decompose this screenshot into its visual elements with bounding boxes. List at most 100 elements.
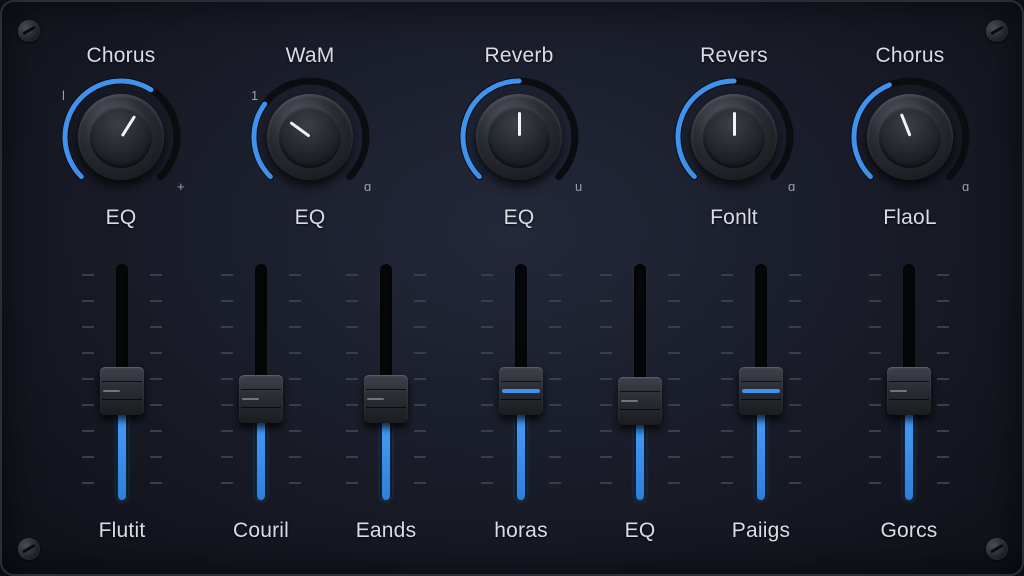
knob-title: Reverb: [484, 44, 554, 67]
fader-scale-mark: [789, 430, 801, 432]
fader-channel[interactable]: [721, 264, 801, 504]
fader-scale-mark: [789, 274, 801, 276]
fader-scale-mark: [346, 352, 358, 354]
fader-handle[interactable]: [239, 374, 283, 423]
fader-scale-mark: [600, 326, 612, 328]
fader-scale-mark: [600, 300, 612, 302]
knob-pointer: [733, 112, 736, 136]
knob-cap: [867, 94, 953, 180]
fader-scale-mark: [346, 482, 358, 484]
knob-min-mark: l: [62, 88, 65, 103]
fader-handle[interactable]: [100, 367, 144, 416]
fader-scale-mark: [289, 404, 301, 406]
fader-scale-mark: [150, 300, 162, 302]
fader-scale-mark: [221, 456, 233, 458]
fader-scale-mark: [721, 456, 733, 458]
fader-scale-mark: [481, 430, 493, 432]
fader-scale-mark: [869, 404, 881, 406]
fader-scale-mark: [150, 352, 162, 354]
fader-scale-mark: [346, 456, 358, 458]
fader-scale-mark: [289, 274, 301, 276]
fader-channel[interactable]: [221, 264, 301, 504]
fader-scale-mark: [549, 378, 561, 380]
fader-handle[interactable]: [499, 367, 543, 416]
fader-scale-mark: [221, 300, 233, 302]
rotary-knob[interactable]: [454, 72, 584, 202]
fader-scale-mark: [289, 482, 301, 484]
fader-scale-mark: [721, 300, 733, 302]
fader-channel[interactable]: [82, 264, 162, 504]
fader-scale-mark: [549, 456, 561, 458]
rotary-knob[interactable]: [245, 72, 375, 202]
fader-scale-mark: [414, 326, 426, 328]
screw-bottom-right: [986, 538, 1008, 560]
fader-scale-mark: [549, 430, 561, 432]
fader-scale-mark: [668, 300, 680, 302]
fader-channel[interactable]: [346, 264, 426, 504]
fader-scale-mark: [549, 352, 561, 354]
fader-handle[interactable]: [887, 367, 931, 416]
fader-scale-mark: [414, 378, 426, 380]
fader-handle-line: [890, 390, 907, 393]
fader-scale-mark: [289, 378, 301, 380]
fader-scale-mark: [481, 352, 493, 354]
fader-scale-mark: [150, 404, 162, 406]
fader-scale-mark: [937, 274, 949, 276]
fader-handle-line: [103, 390, 120, 393]
fader-scale-mark: [221, 404, 233, 406]
knob-cap: [267, 94, 353, 180]
fader-scale-mark: [82, 300, 94, 302]
knob-face: [879, 106, 941, 168]
knob-max-mark: ɑ: [962, 179, 970, 194]
fader-scale-mark: [414, 352, 426, 354]
fader-scale-mark: [668, 352, 680, 354]
fader-scale-mark: [221, 326, 233, 328]
fader-scale-mark: [289, 430, 301, 432]
fader-scale-mark: [414, 456, 426, 458]
fader-handle[interactable]: [364, 374, 408, 423]
fader-scale-mark: [82, 274, 94, 276]
fader-scale-mark: [346, 274, 358, 276]
fader-channel[interactable]: [600, 264, 680, 504]
fader-scale-mark: [668, 430, 680, 432]
fader-scale-mark: [600, 430, 612, 432]
fader-handle[interactable]: [739, 367, 783, 416]
fader-scale-mark: [549, 326, 561, 328]
rotary-knob[interactable]: [669, 72, 799, 202]
fader-scale-mark: [549, 274, 561, 276]
fader-scale-mark: [668, 378, 680, 380]
knob-max-mark: ɑ: [788, 179, 796, 194]
screw-top-right: [986, 20, 1008, 42]
fader-scale-mark: [414, 482, 426, 484]
fader-scale-mark: [82, 456, 94, 458]
fader-scale-mark: [869, 482, 881, 484]
fader-scale-mark: [289, 456, 301, 458]
fader-scale-mark: [937, 430, 949, 432]
fader-scale-mark: [221, 378, 233, 380]
fader-scale-mark: [600, 378, 612, 380]
rotary-knob[interactable]: [845, 72, 975, 202]
fader-channel[interactable]: [481, 264, 561, 504]
fader-channel[interactable]: [869, 264, 949, 504]
knob-max-mark: +: [177, 179, 185, 194]
fader-label: Flutit: [98, 519, 146, 542]
fader-scale-mark: [82, 404, 94, 406]
fader-scale-mark: [937, 378, 949, 380]
fader-scale-mark: [414, 404, 426, 406]
fader-label: Gorcs: [880, 519, 938, 542]
fader-handle-line: [621, 399, 638, 402]
fader-scale-mark: [600, 456, 612, 458]
fader-handle[interactable]: [618, 376, 662, 425]
fader-scale-mark: [789, 352, 801, 354]
knob-title: Chorus: [875, 44, 945, 67]
fader-scale-mark: [481, 274, 493, 276]
fader-scale-mark: [150, 456, 162, 458]
fader-scale-mark: [937, 456, 949, 458]
rotary-knob[interactable]: [56, 72, 186, 202]
knob-face: [488, 106, 550, 168]
fader-scale-mark: [937, 404, 949, 406]
fader-scale-mark: [937, 300, 949, 302]
fader-scale-mark: [668, 482, 680, 484]
fader-scale-mark: [549, 300, 561, 302]
knob-title: Chorus: [86, 44, 156, 67]
